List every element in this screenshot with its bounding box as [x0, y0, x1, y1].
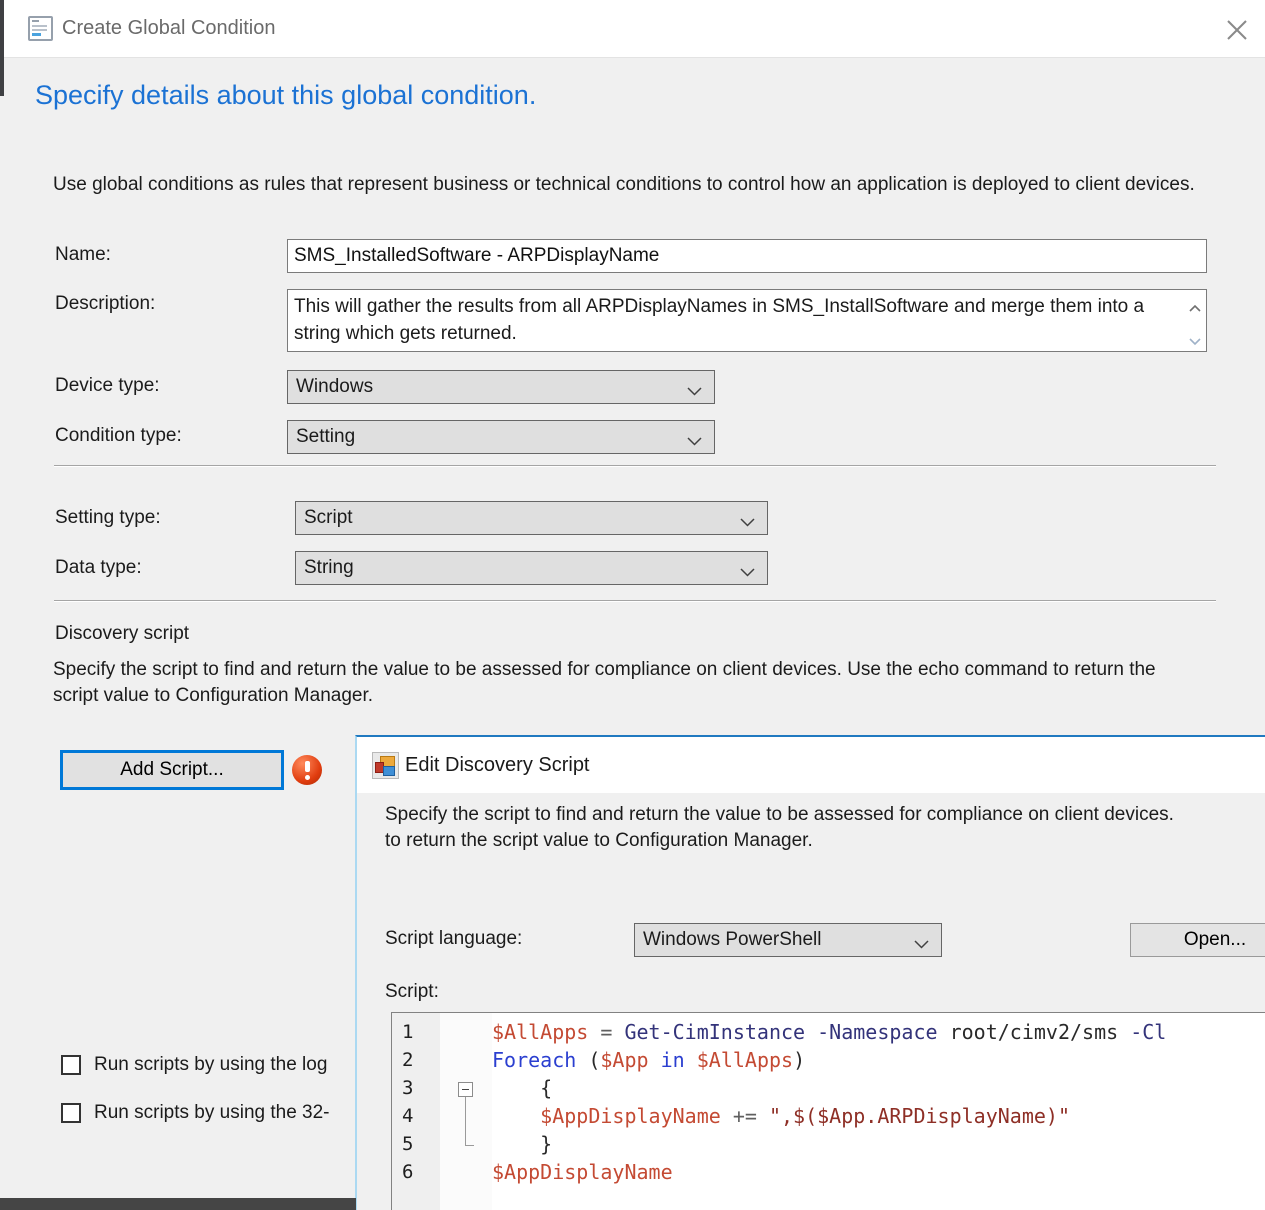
- run-scripts-logged-label: Run scripts by using the log: [94, 1054, 327, 1076]
- code-line[interactable]: $AppDisplayName: [492, 1158, 1265, 1186]
- script-label: Script:: [385, 981, 439, 1003]
- description-text: This will gather the results from all AR…: [294, 296, 1144, 344]
- background-window-bottom-strip: [0, 1198, 356, 1210]
- script-language-select[interactable]: Windows PowerShell: [634, 923, 942, 957]
- device-type-select[interactable]: Windows: [287, 370, 715, 404]
- condition-type-select[interactable]: Setting: [287, 420, 715, 454]
- global-condition-window-icon: [28, 16, 53, 41]
- dialog-titlebar: Edit Discovery Script: [357, 737, 1265, 793]
- data-type-select[interactable]: String: [295, 551, 768, 585]
- name-label: Name:: [55, 244, 111, 266]
- data-type-label: Data type:: [55, 557, 142, 579]
- setting-type-label: Setting type:: [55, 507, 161, 529]
- script-language-value: Windows PowerShell: [643, 924, 821, 955]
- run-scripts-32bit-label: Run scripts by using the 32-: [94, 1102, 330, 1124]
- data-type-value: String: [304, 552, 354, 583]
- script-editor-code[interactable]: $AllApps = Get-CimInstance -Namespace ro…: [492, 1018, 1265, 1210]
- description-input[interactable]: This will gather the results from all AR…: [287, 289, 1207, 352]
- separator: [54, 465, 1216, 467]
- error-icon: [292, 755, 322, 785]
- description-label: Description:: [55, 293, 155, 315]
- run-scripts-logged-checkbox[interactable]: [61, 1055, 81, 1075]
- code-line[interactable]: }: [492, 1130, 1265, 1158]
- fold-guide-line: [465, 1097, 466, 1145]
- condition-type-label: Condition type:: [55, 425, 182, 447]
- setting-type-select[interactable]: Script: [295, 501, 768, 535]
- code-line[interactable]: {: [492, 1074, 1265, 1102]
- intro-text: Use global conditions as rules that repr…: [53, 172, 1198, 198]
- code-line[interactable]: $AppDisplayName += ",$($App.ARPDisplayNa…: [492, 1102, 1265, 1130]
- close-icon[interactable]: [1223, 16, 1251, 44]
- scroll-up-icon[interactable]: [1187, 296, 1203, 308]
- dialog-help-line1: Specify the script to find and return th…: [385, 802, 1174, 828]
- run-scripts-32bit-row: Run scripts by using the 32-: [61, 1102, 357, 1126]
- separator: [54, 600, 1216, 602]
- page-title: Specify details about this global condit…: [35, 80, 536, 111]
- device-type-value: Windows: [296, 371, 373, 402]
- dialog-title: Edit Discovery Script: [405, 737, 590, 793]
- chevron-down-icon: [740, 564, 755, 582]
- edit-discovery-script-dialog: Edit Discovery Script Specify the script…: [355, 735, 1265, 1210]
- scroll-down-icon[interactable]: [1187, 328, 1203, 340]
- fold-collapse-icon[interactable]: [458, 1082, 473, 1097]
- code-line[interactable]: Foreach ($App in $AllApps): [492, 1046, 1265, 1074]
- chevron-down-icon: [914, 936, 929, 954]
- fold-margin: [440, 1013, 492, 1210]
- script-language-label: Script language:: [385, 928, 522, 950]
- code-line[interactable]: $AllApps = Get-CimInstance -Namespace ro…: [492, 1018, 1265, 1046]
- run-scripts-logged-row: Run scripts by using the log: [61, 1054, 357, 1078]
- chevron-down-icon: [687, 383, 702, 401]
- setting-type-value: Script: [304, 502, 353, 533]
- window-titlebar: Create Global Condition: [4, 0, 1265, 58]
- window-title: Create Global Condition: [62, 0, 275, 57]
- discovery-script-section-label: Discovery script: [55, 623, 189, 645]
- run-scripts-32bit-checkbox[interactable]: [61, 1103, 81, 1123]
- device-type-label: Device type:: [55, 375, 160, 397]
- script-editor[interactable]: 123456 $AllApps = Get-CimInstance -Names…: [391, 1012, 1265, 1210]
- chevron-down-icon: [740, 514, 755, 532]
- background-window-sliver: [0, 0, 4, 96]
- add-script-button[interactable]: Add Script...: [61, 751, 283, 789]
- winforms-app-icon: [372, 752, 399, 779]
- chevron-down-icon: [687, 433, 702, 451]
- open-button[interactable]: Open...: [1130, 923, 1265, 957]
- screen: Create Global Condition Specify details …: [0, 0, 1265, 1210]
- name-input[interactable]: [287, 239, 1207, 273]
- fold-guide-foot: [465, 1145, 474, 1146]
- discovery-script-help: Specify the script to find and return th…: [53, 657, 1198, 709]
- condition-type-value: Setting: [296, 421, 355, 452]
- line-number-gutter: 123456: [392, 1013, 440, 1210]
- dialog-help-line2: to return the script value to Configurat…: [385, 828, 813, 854]
